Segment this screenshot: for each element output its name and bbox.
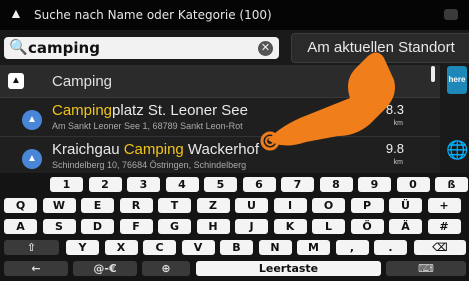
key-R[interactable]: R <box>119 198 153 213</box>
key-Z[interactable]: Z <box>196 198 230 213</box>
chat-icon[interactable] <box>444 9 458 20</box>
key-5[interactable]: 5 <box>204 177 237 192</box>
key-7[interactable]: 7 <box>281 177 314 192</box>
poi-address: Am Sankt Leoner See 1, 68789 Sankt Leon-… <box>52 121 243 131</box>
back-arrow-key[interactable]: ← <box>4 261 68 276</box>
key-I[interactable]: I <box>273 198 307 213</box>
search-icon: 🔍 <box>9 39 28 56</box>
poi-distance-unit: km <box>393 159 403 166</box>
category-label: Camping <box>52 73 113 90</box>
key-Ö[interactable]: Ö <box>350 219 384 234</box>
key-.[interactable]: . <box>374 240 407 255</box>
symbols-key[interactable]: @-€ <box>73 261 137 276</box>
key-+[interactable]: + <box>427 198 461 213</box>
key-A[interactable]: A <box>4 219 37 234</box>
key-3[interactable]: 3 <box>127 177 160 192</box>
key-Ü[interactable]: Ü <box>389 198 422 213</box>
key-G[interactable]: G <box>158 219 191 234</box>
key-Q[interactable]: Q <box>4 198 37 213</box>
globe-icon[interactable]: 🌐 <box>446 140 468 161</box>
key-X[interactable]: X <box>104 240 138 255</box>
poi-name: Kraichgau Camping Wackerhof <box>52 141 260 158</box>
search-input[interactable]: 🔍 camping ✕ <box>4 37 279 59</box>
backspace-key[interactable]: ⌫ <box>414 240 466 255</box>
key-W[interactable]: W <box>42 198 76 213</box>
key-E[interactable]: E <box>81 198 114 213</box>
status-bar: ▲ Suche nach Name oder Kategorie (100) <box>0 0 469 30</box>
key-O[interactable]: O <box>312 198 345 213</box>
key-8[interactable]: 8 <box>319 177 353 192</box>
tent-icon: ▲ <box>8 73 24 89</box>
key-,[interactable]: , <box>335 240 369 255</box>
key-K[interactable]: K <box>273 219 307 234</box>
status-title: Suche nach Name oder Kategorie (100) <box>34 8 272 22</box>
key-0[interactable]: 0 <box>396 177 430 192</box>
language-key[interactable]: ⊕ <box>142 261 190 276</box>
key-N[interactable]: N <box>258 240 292 255</box>
shift-key[interactable]: ⇧ <box>4 240 59 255</box>
key-2[interactable]: 2 <box>88 177 122 192</box>
key-ß[interactable]: ß <box>435 177 468 192</box>
key-T[interactable]: T <box>158 198 191 213</box>
key-B[interactable]: B <box>220 240 253 255</box>
key-S[interactable]: S <box>42 219 76 234</box>
here-badge[interactable]: here <box>447 66 467 94</box>
key-4[interactable]: 4 <box>165 177 199 192</box>
key-U[interactable]: U <box>235 198 268 213</box>
list-scrollbar[interactable] <box>431 66 435 82</box>
poi-name: Campingplatz St. Leoner See <box>52 102 248 119</box>
key-J[interactable]: J <box>235 219 268 234</box>
key-1[interactable]: 1 <box>50 177 83 192</box>
key-L[interactable]: L <box>312 219 345 234</box>
key-#[interactable]: # <box>427 219 461 234</box>
onscreen-keyboard: 1 2 3 4 5 6 7 8 9 0 ß Q W E R T Z U I O P Ü + A S D F G H J K L Ö Ä # ⇧ Y X C V… <box>0 173 469 281</box>
key-F[interactable]: F <box>119 219 153 234</box>
space-key[interactable]: Leertaste <box>196 261 381 276</box>
key-V[interactable]: V <box>181 240 215 255</box>
key-P[interactable]: P <box>350 198 384 213</box>
key-D[interactable]: D <box>81 219 114 234</box>
key-Y[interactable]: Y <box>66 240 99 255</box>
camping-poi-icon: ▲ <box>22 110 42 130</box>
camping-poi-icon: ▲ <box>22 149 42 169</box>
pointing-hand-icon <box>260 52 395 151</box>
key-Ä[interactable]: Ä <box>389 219 422 234</box>
key-C[interactable]: C <box>143 240 176 255</box>
key-6[interactable]: 6 <box>242 177 276 192</box>
search-value: camping <box>28 39 100 57</box>
poi-address: Schindelberg 10, 76684 Östringen, Schind… <box>52 160 247 170</box>
keyboard-toggle-key[interactable]: ⌨ <box>386 261 466 276</box>
key-9[interactable]: 9 <box>358 177 391 192</box>
collapse-up-icon[interactable]: ▲ <box>9 5 23 21</box>
key-H[interactable]: H <box>196 219 230 234</box>
key-M[interactable]: M <box>297 240 330 255</box>
